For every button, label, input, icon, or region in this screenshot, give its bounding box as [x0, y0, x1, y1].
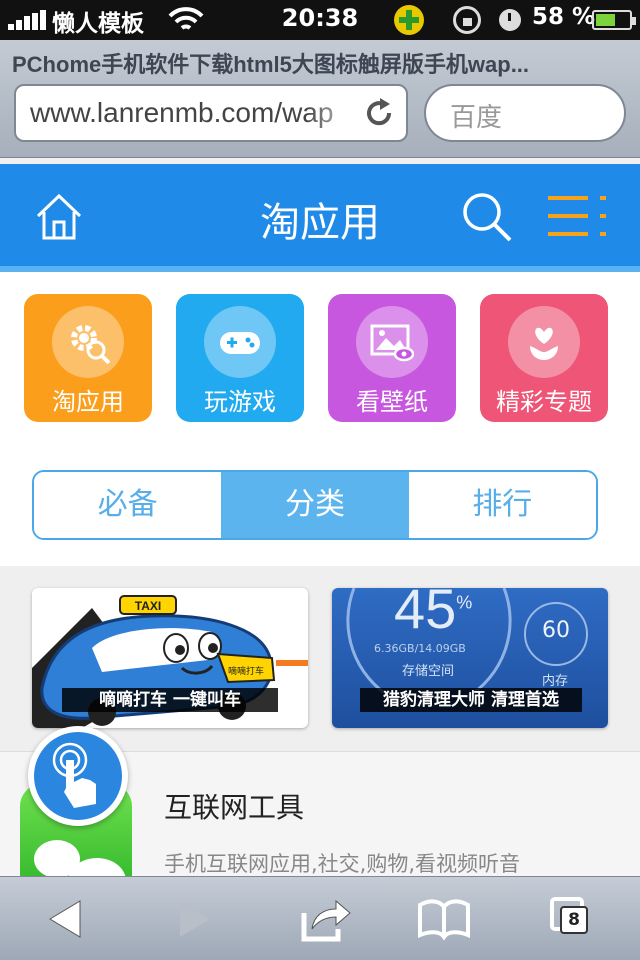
share-icon[interactable] [298, 893, 354, 945]
banner-caption: 嘀嘀打车 一键叫车 [62, 688, 278, 712]
banner-didi[interactable]: TAXI 嘀嘀打车 嘀嘀打车 一键叫车 [32, 588, 308, 728]
reload-icon[interactable] [362, 96, 396, 130]
list-item-title: 互联网工具 [164, 791, 305, 824]
rotation-lock-icon [453, 6, 481, 34]
search-icon[interactable] [460, 190, 514, 244]
plus-badge-icon [394, 5, 424, 35]
storage-percent: 45% [394, 588, 473, 640]
banner-caption: 猎豹清理大师 清理首选 [360, 688, 582, 712]
banner-cleanmaster[interactable]: 45% 6.36GB/14.09GB 存储空间 60 内存 猎豹清理大师 清理首… [332, 588, 608, 728]
memory-label: 内存 [542, 674, 569, 689]
gamepad-icon [204, 306, 276, 378]
battery-percent: 58 % [532, 4, 596, 30]
bookmarks-icon[interactable] [416, 893, 472, 945]
tab-ranking[interactable]: 排行 [408, 472, 596, 538]
category-tile-wallpapers[interactable]: 看壁纸 [328, 294, 456, 422]
category-tile-topics[interactable]: 精彩专题 [480, 294, 608, 422]
menu-icon[interactable] [548, 194, 608, 240]
memory-value: 60 [542, 618, 570, 643]
category-tile-apps[interactable]: 淘应用 [24, 294, 152, 422]
address-bar[interactable]: www.lanrenmb.com/wap [14, 84, 408, 142]
battery-icon [592, 10, 636, 30]
tabs-count-badge[interactable]: 8 [560, 906, 588, 934]
status-bar: 懒人模板 20:38 58 % [0, 0, 640, 40]
floating-touch-button[interactable] [28, 726, 128, 826]
taxi-sign: 嘀嘀打车 [228, 665, 264, 677]
memory-ring: 60 [524, 602, 588, 666]
category-label: 看壁纸 [356, 388, 428, 416]
gear-search-icon [52, 306, 124, 378]
search-placeholder: 百度 [450, 103, 503, 133]
storage-amount: 6.36GB/14.09GB [374, 642, 466, 655]
browser-toolbar [0, 876, 640, 960]
app-header: 淘应用 [0, 164, 640, 270]
forward-icon[interactable] [166, 893, 222, 945]
back-icon[interactable] [40, 893, 96, 945]
url-text[interactable]: www.lanrenmb.com/wap [30, 97, 333, 129]
page-title: PChome手机软件下载html5大图标触屏版手机wap... [12, 52, 530, 77]
taxi-badge: TAXI [135, 599, 161, 613]
header-title: 淘应用 [260, 200, 380, 246]
segmented-tabs: 必备 分类 排行 [32, 470, 598, 540]
list-item-description: 手机互联网应用,社交,购物,看视频听音 [164, 852, 521, 876]
browser-bar: PChome手机软件下载html5大图标触屏版手机wap... www.lanr… [0, 40, 640, 158]
search-field[interactable]: 百度 [424, 84, 626, 142]
category-tile-games[interactable]: 玩游戏 [176, 294, 304, 422]
picture-icon [356, 306, 428, 378]
category-label: 淘应用 [52, 388, 124, 416]
category-label: 精彩专题 [496, 388, 592, 416]
banner-section: TAXI 嘀嘀打车 嘀嘀打车 一键叫车 45% 6.36GB/14.09GB 存… [0, 566, 640, 752]
category-section: 淘应用 玩游戏 看壁纸 精彩专题 必备 分类 排行 [0, 272, 640, 566]
tab-essential[interactable]: 必备 [34, 472, 222, 538]
hand-tap-icon [52, 742, 96, 808]
tab-categories[interactable]: 分类 [221, 472, 409, 538]
alarm-icon [499, 9, 521, 31]
storage-label: 存储空间 [402, 664, 455, 679]
flower-icon [508, 306, 580, 378]
category-label: 玩游戏 [204, 388, 276, 416]
